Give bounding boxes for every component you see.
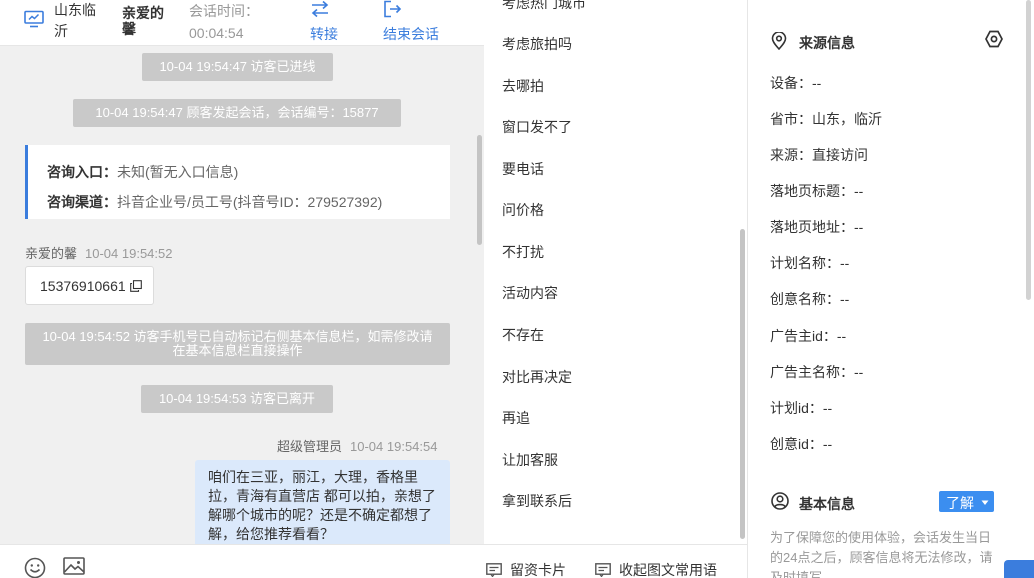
info-row-advertiser-id: 广告主id：-- [770,328,847,344]
system-message-enter: 10-04 19:54:47 访客已进线 [142,53,333,81]
collapse-phrases-button[interactable]: 收起图文常用语 [595,560,717,578]
end-session-button[interactable]: 结束会话 [383,0,453,44]
info-row-device: 设备：-- [770,75,822,91]
inquiry-entry-line: 咨询入口：未知(暂无入口信息) [47,157,450,187]
visitor-message-name: 亲爱的馨 [25,246,78,261]
quick-reply-item[interactable]: 考虑旅拍吗 [502,36,572,52]
quick-reply-item[interactable]: 拿到联系后 [502,493,572,509]
emoji-icon[interactable] [24,557,46,578]
quick-replies-panel: 考虑热门城市 考虑旅拍吗 去哪拍 窗口发不了 要电话 问价格 不打扰 活动内容 … [484,0,748,578]
monitor-icon [24,10,44,28]
agent-message: 咱们在三亚，丽江，大理，香格里拉，青海有直营店 都可以拍，亲想了解哪个城市的呢？… [195,460,450,544]
inquiry-channel-line: 咨询渠道：抖音企业号/员工号(抖音号ID：279527392) [47,187,450,217]
card-icon [486,563,502,577]
quick-reply-item[interactable]: 让加客服 [502,452,558,468]
chat-header: 山东临沂 亲爱的馨 会话时间： 00:04:54 转接 结束会话 [0,0,484,46]
quick-reply-item[interactable]: 再追 [502,410,530,426]
image-icon[interactable] [63,557,85,575]
chat-panel: 山东临沂 亲爱的馨 会话时间： 00:04:54 转接 结束会话 10-04 1… [0,0,484,578]
user-icon [771,492,789,510]
chat-toolbar [0,544,484,578]
visitor-message-meta: 亲爱的馨 10-04 19:54:52 [25,243,172,262]
system-message-phone: 10-04 19:54:52 访客手机号已自动标记右侧基本信息栏，如需修改请在基… [25,323,450,365]
info-row-source: 来源：直接访问 [770,147,868,163]
info-row-landing-title: 落地页标题：-- [770,183,864,199]
settings-icon[interactable] [984,29,1004,49]
inquiry-channel-value: 抖音企业号/员工号(抖音号ID：279527392) [117,194,383,210]
agent-message-name: 超级管理员 [277,439,343,454]
inquiry-source-card: 咨询入口：未知(暂无入口信息) 咨询渠道：抖音企业号/员工号(抖音号ID：279… [25,145,450,219]
system-message-leave: 10-04 19:54:53 访客已离开 [141,385,333,413]
agent-message-meta: 超级管理员 10-04 19:54:54 [277,436,437,455]
info-row-creative-name: 创意名称：-- [770,291,850,307]
collapse-phrases-label: 收起图文常用语 [619,562,717,578]
lead-card-button[interactable]: 留资卡片 [486,560,566,578]
learn-more-button[interactable]: 了解 [939,491,994,512]
visitor-name: 亲爱的馨 [122,5,164,37]
visitor-location: 山东临沂 [54,2,96,39]
floating-action-button[interactable] [1004,560,1034,578]
chat-messages[interactable]: 10-04 19:54:47 访客已进线 10-04 19:54:47 顾客发起… [0,46,484,544]
visitor-phone-message: 15376910661 [25,266,154,305]
inquiry-channel-label: 咨询渠道： [47,194,117,210]
quick-replies-toolbar: 留资卡片 收起图文常用语 [484,544,747,578]
edit-notice: 为了保障您的使用体验，会话发生当日的24点之后，顾客信息将无法修改，请及时填写 [770,530,993,578]
quick-reply-item[interactable]: 要电话 [502,161,544,177]
info-row-landing-url: 落地页地址：-- [770,219,864,235]
exit-icon [384,0,402,18]
chat-scrollbar[interactable] [477,135,482,245]
session-time-label: 会话时间： [189,3,259,19]
quick-reply-item[interactable]: 不存在 [502,327,544,343]
visitor-phone-number: 15376910661 [40,278,126,294]
source-info-title: 来源信息 [799,35,855,51]
system-message-start: 10-04 19:54:47 顾客发起会话，会话编号：15877 [73,99,401,127]
inquiry-entry-value: 未知(暂无入口信息) [117,164,239,180]
quick-reply-item[interactable]: 对比再决定 [502,369,572,385]
basic-info-title: 基本信息 [799,496,855,512]
quick-reply-item[interactable]: 窗口发不了 [502,119,572,135]
learn-more-label: 了解 [946,495,974,511]
quick-reply-item[interactable]: 去哪拍 [502,78,544,94]
quick-reply-item[interactable]: 考虑热门城市 [502,0,586,11]
copy-icon[interactable] [129,280,142,292]
collapse-icon [595,563,611,577]
quick-reply-item[interactable]: 问价格 [502,202,544,218]
info-row-advertiser-name: 广告主名称：-- [770,364,864,380]
info-row-plan-id: 计划id：-- [770,400,833,416]
lead-card-label: 留资卡片 [510,562,566,578]
info-row-province-city: 省市：山东，临沂 [770,111,882,127]
location-icon [771,32,787,50]
visitor-info-panel: 来源信息 设备：-- 省市：山东，临沂 来源：直接访问 落地页标题：-- 落地页… [748,0,1034,578]
agent-message-time: 10-04 19:54:54 [350,439,438,454]
quick-replies-scrollbar[interactable] [740,229,745,539]
transfer-button[interactable]: 转接 [310,0,350,44]
caret-down-icon [981,500,989,505]
end-session-label: 结束会话 [383,26,439,42]
inquiry-entry-label: 咨询入口： [47,164,117,180]
info-row-plan-name: 计划名称：-- [770,255,850,271]
info-row-creative-id: 创意id：-- [770,436,833,452]
transfer-label: 转接 [310,26,338,42]
visitor-message-time: 10-04 19:54:52 [85,246,173,261]
session-time: 00:04:54 [189,25,244,41]
info-scrollbar[interactable] [1026,0,1031,300]
quick-reply-item[interactable]: 不打扰 [502,244,544,260]
transfer-icon [311,0,329,18]
quick-reply-item[interactable]: 活动内容 [502,285,558,301]
